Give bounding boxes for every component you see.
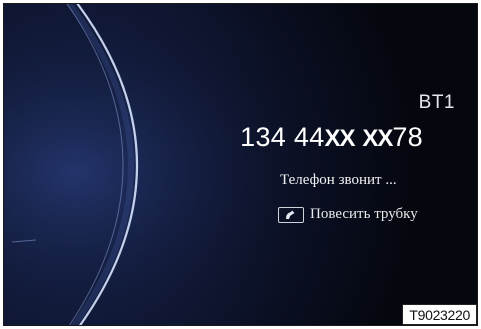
phone-number-suffix: 78	[392, 122, 423, 152]
phone-hangup-icon[interactable]	[278, 206, 304, 223]
decorative-arc	[4, 4, 477, 325]
call-status-text: Телефон звонит ...	[280, 172, 397, 188]
phone-number-masked-1: XX	[324, 125, 356, 152]
hangup-label: Повесить трубку	[310, 206, 418, 222]
phone-call-screen: BT1 134 44XX XX78 Телефон звонит ... Пов…	[3, 3, 478, 326]
phone-number: 134 44XX XX78	[240, 122, 423, 153]
device-label: BT1	[418, 92, 455, 113]
phone-number-masked-2: XX	[362, 125, 393, 152]
hangup-button[interactable]: Повесить трубку	[278, 206, 418, 223]
figure-code: T9023220	[402, 304, 477, 325]
phone-number-prefix: 134 44	[240, 122, 325, 152]
